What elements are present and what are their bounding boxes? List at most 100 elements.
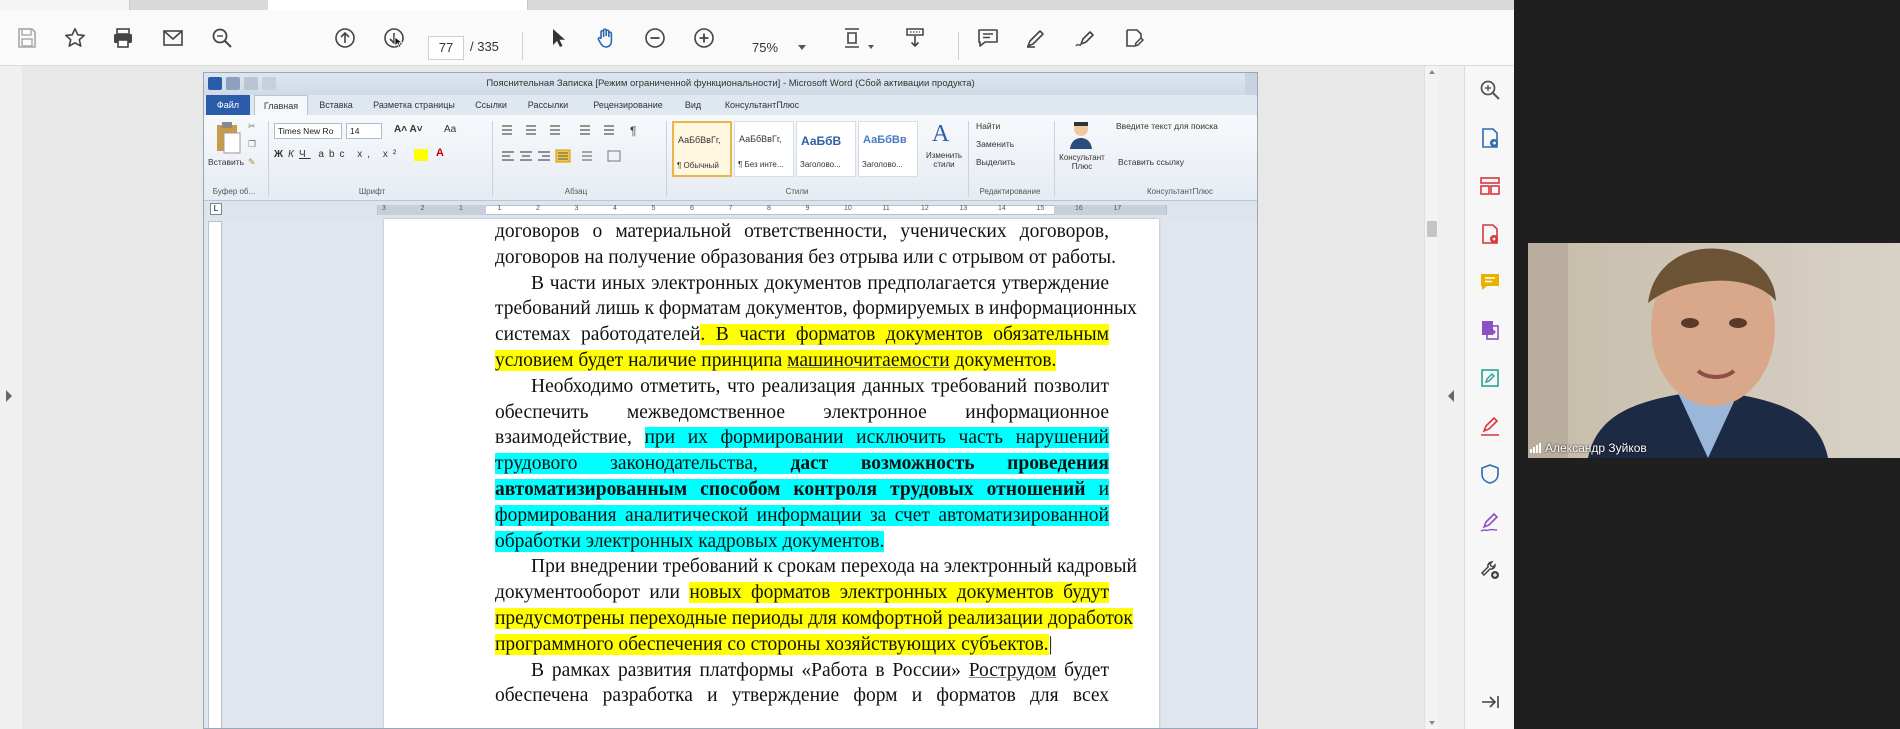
next-page-button[interactable] <box>378 22 410 54</box>
style-heading-2: АаБбВв Заголово... <box>858 121 918 177</box>
previous-page-button[interactable] <box>329 22 361 54</box>
rail-combine-button[interactable] <box>1476 316 1504 344</box>
zoom-out-button[interactable] <box>639 22 671 54</box>
ruler-right-margin <box>1054 205 1166 215</box>
text-run: системах работодателей <box>495 324 701 346</box>
format-painter-icon: ✎ <box>248 157 256 167</box>
font-group-label: Шрифт <box>358 187 386 196</box>
svg-text:¶: ¶ <box>630 124 636 137</box>
hand-tool-button[interactable] <box>590 22 622 54</box>
email-button[interactable] <box>157 22 189 54</box>
document-line: трудового законодательства, даст возможн… <box>495 451 1109 477</box>
sign-button[interactable] <box>1069 22 1101 54</box>
ruler-number: 17 <box>1113 205 1122 212</box>
zoom-search-icon <box>1480 80 1500 100</box>
word-tab-review: Рецензирование <box>593 100 663 110</box>
ruler-number: 9 <box>805 205 810 212</box>
svg-text:A: A <box>932 121 950 147</box>
tab-previous[interactable] <box>0 0 130 10</box>
paragraph-group-label: Абзац <box>564 187 588 196</box>
organize-pages-icon <box>1480 177 1500 195</box>
scroll-mode-button[interactable] <box>899 22 931 54</box>
page-display-button[interactable] <box>836 22 868 54</box>
minus-circle-icon <box>645 28 665 48</box>
word-tab-consultant: КонсультантПлюс <box>724 100 800 110</box>
document-line: программного обеспечения со стороны хозя… <box>495 632 1109 658</box>
create-pdf-icon <box>1482 224 1498 244</box>
rail-create-pdf-button[interactable] <box>1476 220 1504 248</box>
participant-label: Александр Зуйков <box>1530 440 1647 456</box>
rail-protect-button[interactable] <box>1476 460 1504 488</box>
text-run: обеспечить межведомственное электронное … <box>495 401 1109 423</box>
word-ribbon: Вставить ✂ ❐ ✎ Буфер об... Times New Ro … <box>204 115 1257 201</box>
change-case-icon: Aa <box>444 124 457 135</box>
group-divider <box>268 121 269 197</box>
text-run: предусмотрены переходные периоды для ком… <box>495 607 1133 629</box>
text-run: будет <box>1056 659 1109 681</box>
style-normal: АаБбВвГг, ¶ Обычный <box>672 121 732 177</box>
search-icon <box>212 28 232 48</box>
ruler-number: 1 <box>497 205 502 212</box>
text-run: . В части форматов документов обязательн… <box>700 324 1109 346</box>
participant-name: Александр Зуйков <box>1545 441 1647 455</box>
font-color-icon: A <box>436 147 444 159</box>
font-name-combo: Times New Ro <box>274 123 342 139</box>
style-no-spacing: АаБбВвГг, ¶ Без инте... <box>734 121 794 177</box>
ruler-left-margin <box>378 205 486 215</box>
expand-right-panel-icon[interactable] <box>1448 390 1454 402</box>
text-run: при их формировании исключить часть нару… <box>644 427 1109 449</box>
fill-sign-button[interactable] <box>1118 22 1150 54</box>
zoom-in-button[interactable] <box>688 22 720 54</box>
find-button[interactable] <box>206 22 238 54</box>
tab-current-document[interactable] <box>268 0 528 10</box>
document-text: договоров о материальной ответственности… <box>495 219 1137 709</box>
rail-search-button[interactable] <box>1476 76 1504 104</box>
style-heading-1: АаБбВ Заголово... <box>796 121 856 177</box>
tab-strip <box>0 0 1514 10</box>
word-tab-insert: Вставка <box>319 100 353 110</box>
rail-fill-sign-button[interactable] <box>1476 412 1504 440</box>
cursor-arrow-icon <box>553 29 565 47</box>
horizontal-ruler: 3 2 1 1 2 3 4 5 6 7 8 9 10 11 12 13 14 15 16 17 <box>204 201 1257 219</box>
consultant-label: Консультант Плюс <box>1059 153 1105 171</box>
zoom-level-select[interactable]: 75% <box>742 36 812 60</box>
rail-edit-pdf-button[interactable] <box>1476 364 1504 392</box>
comment-icon <box>978 29 998 47</box>
paste-label: Вставить <box>208 157 245 167</box>
vertical-scrollbar[interactable] <box>1424 66 1438 729</box>
highlight-button[interactable] <box>1020 22 1052 54</box>
rail-comment-button[interactable] <box>1476 268 1504 296</box>
rail-more-tools-button[interactable] <box>1476 556 1504 584</box>
text-run: документооборот или <box>495 582 690 604</box>
rail-send-signature-button[interactable] <box>1476 508 1504 536</box>
rail-export-pdf-button[interactable] <box>1476 124 1504 152</box>
scroll-down-arrow-icon[interactable] <box>1429 721 1435 725</box>
change-styles-label: Изменить стили <box>925 151 963 169</box>
rail-collapse-button[interactable] <box>1476 688 1504 716</box>
tab-selector: L <box>210 203 222 215</box>
text-run: обеспечена разработка и утверждение форм… <box>495 685 1109 707</box>
rail-organize-button[interactable] <box>1476 172 1504 200</box>
replace-label: Заменить <box>976 139 1015 149</box>
page-number-input[interactable]: 77 <box>428 36 464 60</box>
scroll-up-icon[interactable] <box>1429 70 1435 74</box>
save-button[interactable] <box>11 22 43 54</box>
document-page: договоров о материальной ответственности… <box>384 219 1159 728</box>
collapse-left-panel-icon[interactable] <box>6 390 12 402</box>
chevron-down-icon[interactable] <box>868 45 874 49</box>
group-divider <box>666 121 667 197</box>
text-run: автоматизированным способом контроля тру… <box>495 478 1086 500</box>
document-line: В части иных электронных документов пред… <box>495 271 1109 297</box>
word-title-bar: Пояснительная Записка [Режим ограниченно… <box>204 73 1257 95</box>
comment-button[interactable] <box>972 22 1004 54</box>
print-button[interactable] <box>107 22 139 54</box>
copy-icon: ❐ <box>248 139 257 149</box>
scrollbar-thumb[interactable] <box>1427 221 1437 237</box>
zoom-level-value: 75% <box>752 40 779 55</box>
bookmark-button[interactable] <box>59 22 91 54</box>
consultant-group-label: КонсультантПлюс <box>1146 187 1214 196</box>
ruler-number: 4 <box>613 205 617 212</box>
ruler-number: 11 <box>882 205 890 212</box>
text-run: Необходимо отметить, что реализация данн… <box>531 375 1109 397</box>
select-tool-button[interactable] <box>542 22 574 54</box>
